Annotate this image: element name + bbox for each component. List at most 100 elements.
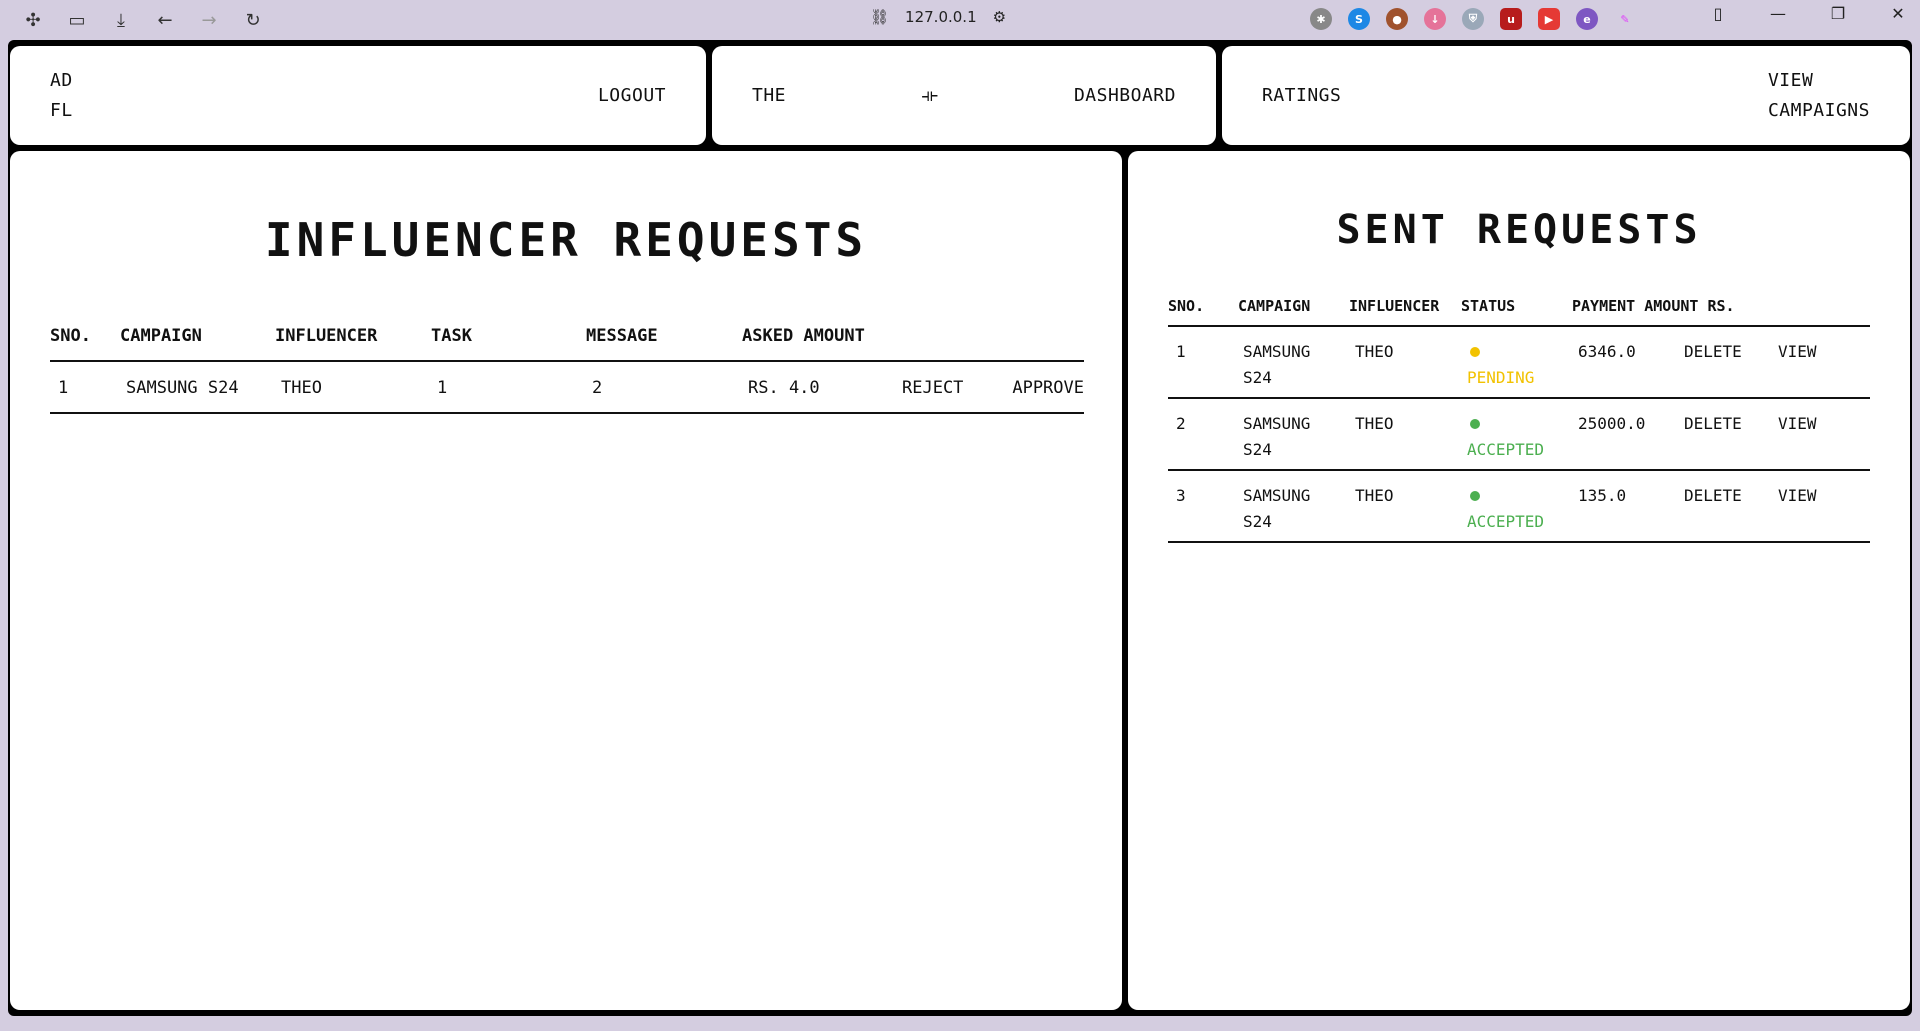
delete-button[interactable]: DELETE bbox=[1684, 398, 1778, 471]
purple-extension-icon[interactable]: e bbox=[1576, 8, 1598, 30]
view-campaigns-link[interactable]: VIEW CAMPAIGNS bbox=[1768, 66, 1870, 126]
cell-amount: 6346.0 bbox=[1572, 326, 1684, 399]
approve-button[interactable]: APPROVE bbox=[997, 361, 1084, 414]
col-campaign: CAMPAIGN bbox=[1238, 293, 1349, 327]
campaign-line-1: SAMSUNG bbox=[1243, 414, 1311, 433]
campaign-line-2: S24 bbox=[1243, 440, 1272, 459]
cell-sno: 1 bbox=[1168, 326, 1238, 399]
col-influencer: INFLUENCER bbox=[1349, 293, 1461, 327]
cell-status: ACCEPTED bbox=[1461, 470, 1572, 543]
col-sno: SNO. bbox=[1168, 293, 1238, 327]
sidebar-toggle-icon[interactable]: ▭ bbox=[62, 5, 92, 35]
col-influencer: INFLUENCER bbox=[275, 319, 431, 362]
status-text: PENDING bbox=[1467, 368, 1535, 387]
cell-sno: 1 bbox=[50, 361, 120, 414]
url-text[interactable]: 127.0.0.1 bbox=[905, 8, 977, 26]
cell-task: 1 bbox=[431, 361, 586, 414]
table-row: 2 SAMSUNG S24 THEO ACCEPTED 25000.0 DELE… bbox=[1168, 398, 1870, 471]
restore-icon[interactable]: ❐ bbox=[1826, 4, 1850, 23]
sent-requests-title: SENT REQUESTS bbox=[1336, 207, 1702, 253]
color-picker-extension-icon[interactable]: ✎ bbox=[1614, 8, 1636, 30]
link-icon: ⛓ bbox=[870, 8, 890, 26]
address-bar[interactable]: ⛓ 127.0.0.1 ⚙ bbox=[870, 8, 1006, 26]
brand-line-1: AD bbox=[50, 69, 73, 91]
status-dot-icon bbox=[1470, 347, 1480, 357]
cell-campaign: SAMSUNG S24 bbox=[1238, 398, 1349, 471]
campaign-line-1: SAMSUNG bbox=[1243, 342, 1311, 361]
cell-campaign: SAMSUNG S24 bbox=[1238, 470, 1349, 543]
status-dot-icon bbox=[1470, 419, 1480, 429]
back-arrow-icon[interactable]: ← bbox=[150, 5, 180, 35]
table-header-row: SNO. CAMPAIGN INFLUENCER TASK MESSAGE AS… bbox=[50, 319, 1084, 362]
logout-link[interactable]: LOGOUT bbox=[598, 85, 666, 106]
cell-status: ACCEPTED bbox=[1461, 398, 1572, 471]
col-payment-amount: PAYMENT AMOUNT RS. bbox=[1572, 293, 1870, 327]
cell-status: PENDING bbox=[1461, 326, 1572, 399]
cell-influencer: THEO bbox=[275, 361, 431, 414]
cell-sno: 3 bbox=[1168, 470, 1238, 543]
download-extension-icon[interactable]: ↓ bbox=[1424, 8, 1446, 30]
cell-message: 2 bbox=[586, 361, 742, 414]
sent-requests-panel: SENT REQUESTS SNO. CAMPAIGN INFLUENCER S… bbox=[1128, 151, 1910, 1010]
cell-campaign: SAMSUNG S24 bbox=[1238, 326, 1349, 399]
browser-logo-icon[interactable]: ✣ bbox=[18, 5, 48, 35]
table-row: 1 SAMSUNG S24 THEO PENDING 6346.0 DELETE bbox=[1168, 326, 1870, 399]
delete-button[interactable]: DELETE bbox=[1684, 326, 1778, 399]
status-dot-icon bbox=[1470, 491, 1480, 501]
cell-amount: 25000.0 bbox=[1572, 398, 1684, 471]
cell-influencer: THEO bbox=[1349, 326, 1461, 399]
col-sno: SNO. bbox=[50, 319, 120, 362]
influencer-requests-panel: INFLUENCER REQUESTS SNO. CAMPAIGN INFLUE… bbox=[10, 151, 1122, 1010]
view-button[interactable]: VIEW bbox=[1778, 470, 1870, 543]
cell-influencer: THEO bbox=[1349, 398, 1461, 471]
table-row: 1 SAMSUNG S24 THEO 1 2 RS. 4.0 REJECT AP… bbox=[50, 361, 1084, 414]
cell-campaign: SAMSUNG S24 bbox=[120, 361, 275, 414]
shield-extension-icon[interactable]: ⛨ bbox=[1462, 8, 1484, 30]
status-text: ACCEPTED bbox=[1467, 512, 1545, 531]
campaign-line-2: S24 bbox=[1243, 368, 1272, 387]
close-icon[interactable]: ✕ bbox=[1886, 4, 1910, 23]
view-button[interactable]: VIEW bbox=[1778, 326, 1870, 399]
influencer-requests-table: SNO. CAMPAIGN INFLUENCER TASK MESSAGE AS… bbox=[50, 319, 1084, 414]
cookie-extension-icon[interactable]: ● bbox=[1386, 8, 1408, 30]
site-settings-icon[interactable]: ⚙ bbox=[993, 8, 1006, 26]
reload-icon[interactable]: ↻ bbox=[238, 5, 268, 35]
table-header-row: SNO. CAMPAIGN INFLUENCER STATUS PAYMENT … bbox=[1168, 293, 1870, 327]
view-campaigns-line-1: VIEW bbox=[1767, 69, 1814, 91]
view-button[interactable]: VIEW bbox=[1778, 398, 1870, 471]
cell-influencer: THEO bbox=[1349, 470, 1461, 543]
cell-amount: RS. 4.0 bbox=[742, 361, 902, 414]
dashboard-link[interactable]: DASHBOARD bbox=[1074, 85, 1176, 106]
campaign-line-1: SAMSUNG bbox=[1243, 486, 1311, 505]
col-message: MESSAGE bbox=[586, 319, 742, 362]
youtube-extension-icon[interactable]: ▶ bbox=[1538, 8, 1560, 30]
browser-toolbar: ✣ ▭ ⤓ ← → ↻ ⛓ 127.0.0.1 ⚙ ✱ S ● ↓ ⛨ u ▶ … bbox=[0, 0, 1920, 40]
ratings-link[interactable]: RATINGS bbox=[1262, 85, 1341, 106]
delete-button[interactable]: DELETE bbox=[1684, 470, 1778, 543]
col-campaign: CAMPAIGN bbox=[120, 319, 275, 362]
navbar-center-box: THE ⟛ DASHBOARD bbox=[712, 46, 1216, 145]
influencer-requests-title: INFLUENCER REQUESTS bbox=[264, 213, 868, 267]
page-frame: AD FL LOGOUT THE ⟛ DASHBOARD RATINGS VIE… bbox=[8, 40, 1912, 1016]
navbar-right-box: RATINGS VIEW CAMPAIGNS bbox=[1222, 46, 1910, 145]
split-view-icon[interactable]: ▯ bbox=[1706, 4, 1730, 23]
status-text: ACCEPTED bbox=[1467, 440, 1545, 459]
forward-arrow-icon[interactable]: → bbox=[194, 5, 224, 35]
download-icon[interactable]: ⤓ bbox=[106, 5, 136, 35]
navbar-brand-box: AD FL LOGOUT bbox=[10, 46, 706, 145]
window-controls: ▯ — ❐ ✕ bbox=[1706, 4, 1910, 23]
table-row: 3 SAMSUNG S24 THEO ACCEPTED 135.0 DELETE bbox=[1168, 470, 1870, 543]
logo-glyph-icon[interactable]: ⟛ bbox=[922, 85, 939, 106]
ublock-extension-icon[interactable]: u bbox=[1500, 8, 1522, 30]
minimize-icon[interactable]: — bbox=[1766, 4, 1790, 23]
col-asked-amount: ASKED AMOUNT bbox=[742, 319, 1084, 362]
reject-button[interactable]: REJECT bbox=[902, 361, 997, 414]
shazam-extension-icon[interactable]: S bbox=[1348, 8, 1370, 30]
brand-line-2: FL bbox=[50, 99, 73, 121]
cell-sno: 2 bbox=[1168, 398, 1238, 471]
brand-logo[interactable]: AD FL bbox=[50, 66, 73, 126]
the-link[interactable]: THE bbox=[752, 85, 786, 106]
sent-requests-table: SNO. CAMPAIGN INFLUENCER STATUS PAYMENT … bbox=[1168, 293, 1870, 543]
bug-extension-icon[interactable]: ✱ bbox=[1310, 8, 1332, 30]
view-campaigns-line-2: CAMPAIGNS bbox=[1767, 99, 1870, 121]
